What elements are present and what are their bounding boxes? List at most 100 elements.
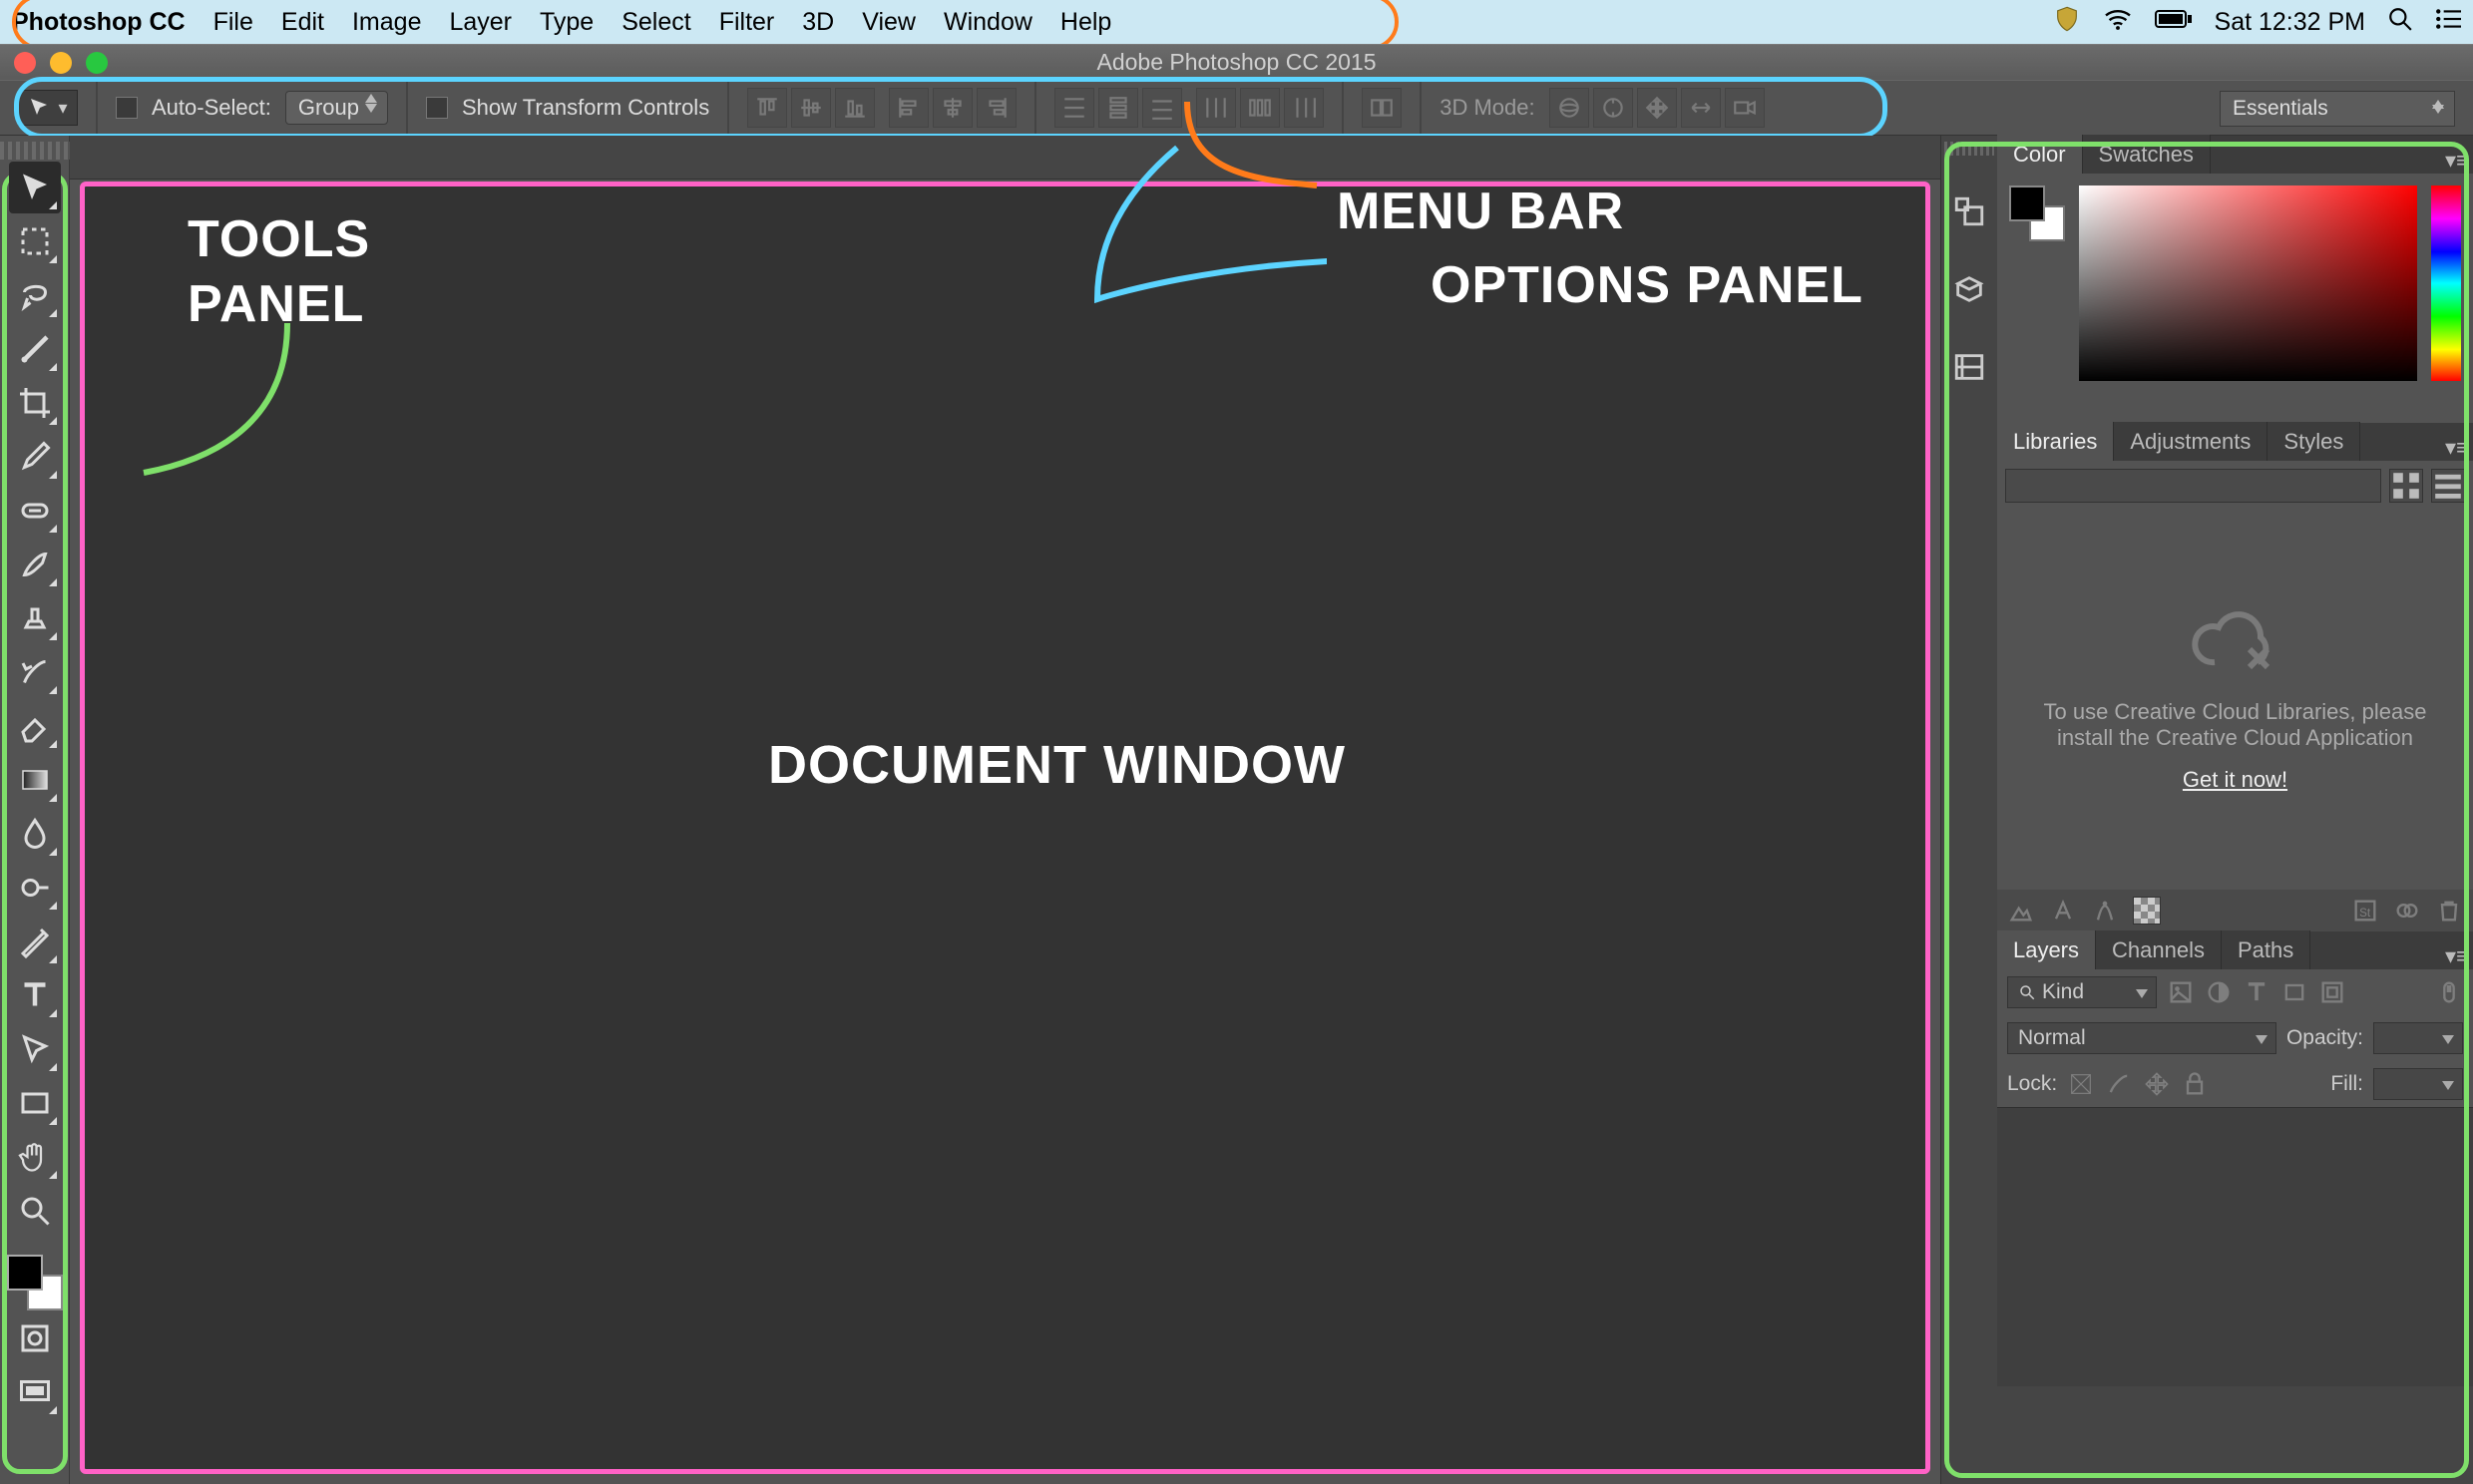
document-tabstrip[interactable] [70, 136, 1940, 180]
filter-pixel-layers-icon[interactable] [2167, 978, 2195, 1006]
workspace-switcher[interactable]: Essentials [2220, 91, 2455, 127]
menu-select[interactable]: Select [621, 8, 690, 37]
auto-align-layers-icon[interactable] [1362, 88, 1402, 128]
camera-3d-icon[interactable] [1725, 88, 1765, 128]
filter-type-layers-icon[interactable] [2243, 978, 2270, 1006]
blend-mode-dropdown[interactable]: Normal [2007, 1022, 2276, 1054]
library-list-view-icon[interactable] [2431, 469, 2465, 503]
auto-select-checkbox[interactable] [116, 97, 138, 119]
auto-select-dropdown[interactable]: Group [285, 91, 388, 125]
app-name-menu[interactable]: Photoshop CC [12, 8, 186, 37]
crop-tool[interactable] [9, 377, 61, 429]
current-tool-indicator[interactable]: ▾ [18, 90, 78, 126]
color-picker-field[interactable] [2079, 186, 2417, 381]
tab-adjustments[interactable]: Adjustments [2114, 422, 2267, 461]
window-zoom-button[interactable] [86, 52, 108, 74]
align-bottom-edges-icon[interactable] [835, 88, 875, 128]
quick-selection-tool[interactable] [9, 323, 61, 375]
blur-tool[interactable] [9, 808, 61, 860]
orbit-3d-icon[interactable] [1549, 88, 1589, 128]
spot-healing-brush-tool[interactable] [9, 485, 61, 537]
filter-adjustment-layers-icon[interactable] [2205, 978, 2233, 1006]
menu-window[interactable]: Window [944, 8, 1032, 37]
tab-libraries[interactable]: Libraries [1997, 422, 2114, 461]
distribute-top-edges-icon[interactable] [1054, 88, 1094, 128]
tab-layers[interactable]: Layers [1997, 930, 2096, 969]
pen-tool[interactable] [9, 916, 61, 967]
menu-3d[interactable]: 3D [802, 8, 834, 37]
eraser-tool[interactable] [9, 700, 61, 752]
distribute-left-edges-icon[interactable] [1196, 88, 1236, 128]
align-right-edges-icon[interactable] [977, 88, 1017, 128]
lib-add-layer-style-icon[interactable] [2091, 897, 2119, 925]
libraries-panel-flyout[interactable]: ▾≡ [2441, 435, 2473, 461]
distribute-right-edges-icon[interactable] [1284, 88, 1324, 128]
distribute-horizontal-centers-icon[interactable] [1240, 88, 1280, 128]
tab-channels[interactable]: Channels [2096, 930, 2222, 969]
history-panel-icon[interactable] [1947, 189, 1991, 233]
rectangular-marquee-tool[interactable] [9, 215, 61, 267]
zoom-tool[interactable] [9, 1185, 61, 1237]
horizontal-type-tool[interactable] [9, 969, 61, 1021]
lock-all-icon[interactable] [2181, 1070, 2209, 1098]
libraries-get-it-now-link[interactable]: Get it now! [2183, 767, 2287, 793]
menu-edit[interactable]: Edit [281, 8, 324, 37]
align-vertical-centers-icon[interactable] [791, 88, 831, 128]
menu-filter[interactable]: Filter [719, 8, 775, 37]
menu-view[interactable]: View [862, 8, 916, 37]
brush-tool[interactable] [9, 539, 61, 590]
opacity-input[interactable] [2373, 1022, 2463, 1054]
distribute-bottom-edges-icon[interactable] [1142, 88, 1182, 128]
move-tool[interactable] [9, 162, 61, 213]
lock-transparent-pixels-icon[interactable] [2067, 1070, 2095, 1098]
menu-help[interactable]: Help [1060, 8, 1111, 37]
rectangle-tool[interactable] [9, 1077, 61, 1129]
foreground-background-swatch[interactable] [7, 1255, 63, 1310]
hand-tool[interactable] [9, 1131, 61, 1183]
lib-add-color-icon[interactable] [2133, 897, 2161, 925]
library-grid-view-icon[interactable] [2389, 469, 2423, 503]
lock-image-pixels-icon[interactable] [2105, 1070, 2133, 1098]
menu-file[interactable]: File [213, 8, 253, 37]
distribute-vertical-centers-icon[interactable] [1098, 88, 1138, 128]
color-fg-bg-swatch[interactable] [2009, 186, 2065, 241]
tab-swatches[interactable]: Swatches [2083, 135, 2211, 174]
wifi-icon[interactable] [2103, 7, 2133, 38]
menu-clock[interactable]: Sat 12:32 PM [2215, 8, 2365, 37]
battery-icon[interactable] [2155, 8, 2193, 36]
menu-image[interactable]: Image [352, 8, 421, 37]
tab-styles[interactable]: Styles [2267, 422, 2360, 461]
align-left-edges-icon[interactable] [889, 88, 929, 128]
spotlight-icon[interactable] [2387, 6, 2413, 39]
window-close-button[interactable] [14, 52, 36, 74]
roll-3d-icon[interactable] [1593, 88, 1633, 128]
shield-icon[interactable] [2053, 5, 2081, 40]
menu-list-icon[interactable] [2435, 8, 2461, 37]
gradient-tool[interactable] [9, 754, 61, 806]
slide-3d-icon[interactable] [1681, 88, 1721, 128]
align-top-edges-icon[interactable] [747, 88, 787, 128]
quick-mask-toggle[interactable] [9, 1312, 61, 1364]
history-brush-tool[interactable] [9, 646, 61, 698]
layers-list-area[interactable] [1997, 1107, 2473, 1386]
dodge-tool[interactable] [9, 862, 61, 914]
filter-toggle-switch[interactable] [2435, 978, 2463, 1006]
clone-stamp-tool[interactable] [9, 592, 61, 644]
filter-smart-objects-icon[interactable] [2318, 978, 2346, 1006]
lib-add-character-style-icon[interactable] [2049, 897, 2077, 925]
lasso-tool[interactable] [9, 269, 61, 321]
panel-column-grip[interactable] [1944, 142, 1994, 156]
lib-add-graphic-icon[interactable] [2007, 897, 2035, 925]
lib-cloud-icon[interactable] [2393, 897, 2421, 925]
pan-3d-icon[interactable] [1637, 88, 1677, 128]
layers-panel-flyout[interactable]: ▾≡ [2441, 943, 2473, 969]
layers-filter-kind[interactable]: Kind [2007, 976, 2157, 1008]
screen-mode-toggle[interactable] [9, 1366, 61, 1418]
document-canvas[interactable] [84, 186, 1926, 1470]
lib-delete-icon[interactable] [2435, 897, 2463, 925]
fill-input[interactable] [2373, 1068, 2463, 1100]
menu-type[interactable]: Type [540, 8, 594, 37]
three-d-panel-icon[interactable] [1947, 267, 1991, 311]
lock-position-icon[interactable] [2143, 1070, 2171, 1098]
library-selector[interactable] [2005, 469, 2381, 503]
